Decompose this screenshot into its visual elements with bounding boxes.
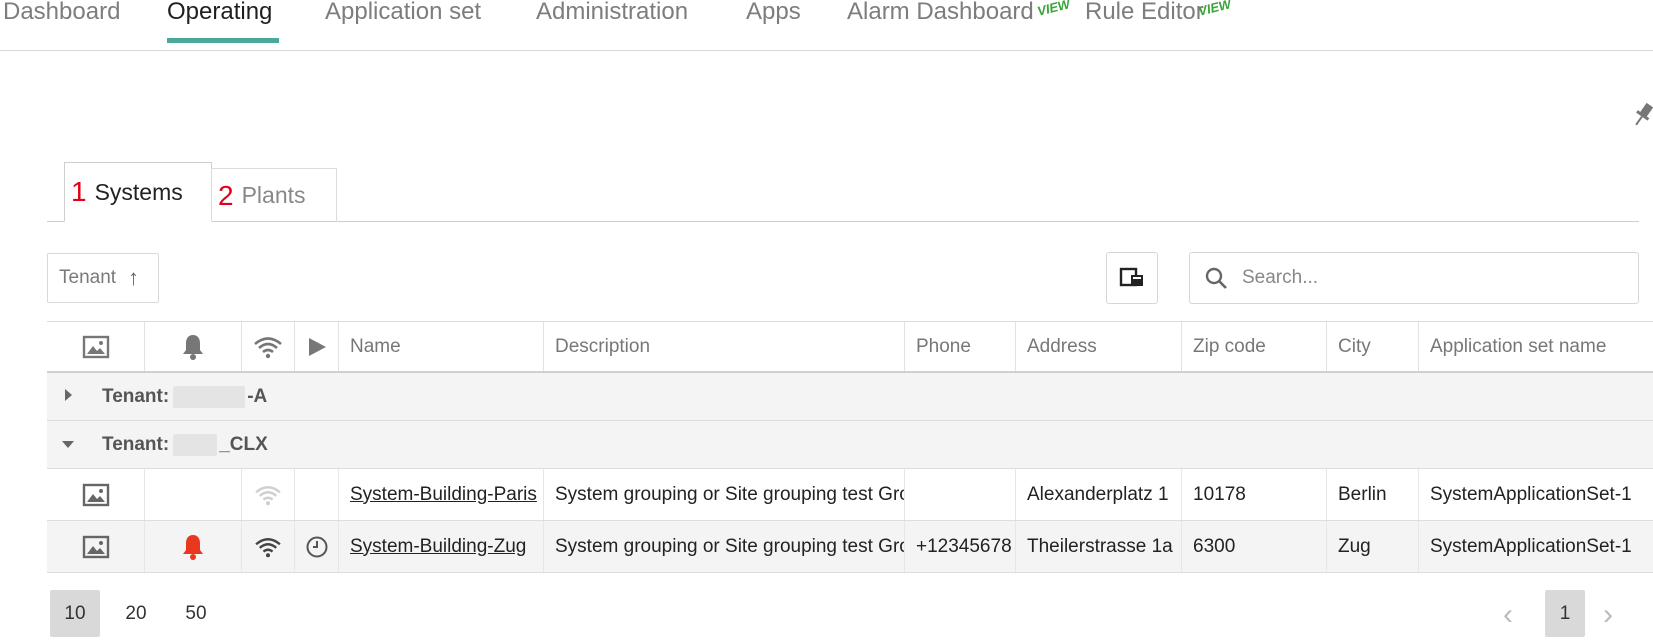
tab-label: Plants <box>241 182 306 208</box>
redacted-tenant <box>173 386 246 408</box>
header-run-state[interactable] <box>295 322 339 371</box>
tab-number: 2 <box>218 179 234 211</box>
nav-operating[interactable]: Operating <box>167 0 272 26</box>
nav-rule-editor[interactable]: Rule Editor <box>1085 0 1204 26</box>
image-icon <box>82 535 109 558</box>
row-zip-cell: 6300 <box>1182 521 1327 572</box>
row-city-cell: Berlin <box>1327 469 1419 520</box>
group-suffix: -A <box>247 386 268 407</box>
preview-badge: VIEW <box>1035 0 1072 19</box>
sort-label: Tenant <box>59 267 117 288</box>
page-size-20[interactable]: 20 <box>111 590 161 637</box>
row-alarm-cell[interactable] <box>145 521 242 572</box>
group-suffix: _CLX <box>219 434 268 455</box>
header-address[interactable]: Address <box>1016 322 1182 371</box>
nav-administration[interactable]: Administration <box>536 0 688 26</box>
row-appset-cell: SystemApplicationSet-1 <box>1430 535 1632 557</box>
row-description-cell: System grouping or Site grouping test Gr… <box>544 469 905 520</box>
row-connection-cell <box>242 469 295 520</box>
row-address-cell: Alexanderplatz 1 <box>1016 469 1182 520</box>
row-city-cell: Zug <box>1327 521 1419 572</box>
row-phone-cell <box>905 469 1016 520</box>
row-zip-cell: 10178 <box>1182 469 1327 520</box>
row-image-cell[interactable] <box>47 521 145 572</box>
header-name[interactable]: Name <box>339 322 544 371</box>
page-size-50[interactable]: 50 <box>171 590 221 637</box>
wifi-offline-icon <box>255 485 281 505</box>
tab-systems[interactable]: 1 Systems <box>64 162 212 222</box>
group-label: Tenant: _CLX <box>102 421 268 469</box>
wifi-icon <box>255 537 281 557</box>
current-page[interactable]: 1 <box>1545 590 1585 637</box>
tab-plants[interactable]: 2 Plants <box>211 168 337 222</box>
nav-alarm-dashboard[interactable]: Alarm Dashboard <box>847 0 1034 26</box>
row-address-cell: Theilerstrasse 1a <box>1016 521 1182 572</box>
search-input[interactable] <box>1240 266 1624 290</box>
page-size-10[interactable]: 10 <box>50 590 100 637</box>
pin-icon[interactable] <box>1632 100 1653 130</box>
tab-label: Systems <box>94 178 183 205</box>
row-connection-cell <box>242 521 295 572</box>
header-alarm[interactable] <box>145 322 242 371</box>
previous-page-icon[interactable]: ‹ <box>1503 598 1513 632</box>
row-phone-cell: +12345678 <box>905 521 1016 572</box>
expand-caret-icon[interactable] <box>65 389 72 401</box>
search-box[interactable] <box>1189 252 1639 304</box>
collapse-caret-icon[interactable] <box>62 441 74 448</box>
row-alarm-cell <box>145 469 242 520</box>
row-run-state-cell <box>295 469 339 520</box>
header-zip-code[interactable]: Zip code <box>1182 322 1327 371</box>
nav-dashboard[interactable]: Dashboard <box>3 0 120 26</box>
clock-icon <box>306 536 327 557</box>
play-icon <box>308 337 326 356</box>
view-toggle-button[interactable] <box>1106 252 1158 304</box>
group-row[interactable]: Tenant: -A <box>47 373 1653 421</box>
header-connection[interactable] <box>242 322 295 371</box>
image-icon <box>82 483 109 506</box>
group-prefix: Tenant: <box>102 386 170 407</box>
group-label: Tenant: -A <box>102 373 267 421</box>
row-run-state-cell <box>295 521 339 572</box>
redacted-tenant <box>173 434 218 456</box>
table-row[interactable]: System-Building-Zug System grouping or S… <box>47 521 1653 573</box>
sort-chip-tenant[interactable]: Tenant ↑ <box>47 253 159 303</box>
layout-icon <box>1119 267 1143 287</box>
header-description[interactable]: Description <box>544 322 905 371</box>
wifi-icon <box>254 336 282 358</box>
sort-ascending-icon: ↑ <box>128 265 140 290</box>
header-image[interactable] <box>47 322 145 371</box>
preview-badge-rule-editor: VIEW <box>1196 0 1233 19</box>
next-page-icon[interactable]: › <box>1603 598 1613 632</box>
top-navigation: Dashboard Operating Application set Admi… <box>0 0 1653 51</box>
group-prefix: Tenant: <box>102 434 170 455</box>
header-application-set-name[interactable]: Application set name <box>1419 322 1653 371</box>
row-name-cell[interactable]: System-Building-Paris <box>339 469 544 520</box>
nav-apps[interactable]: Apps <box>746 0 801 26</box>
bell-icon <box>183 334 203 360</box>
row-name-cell[interactable]: System-Building-Zug <box>339 521 544 572</box>
table-row[interactable]: System-Building-Paris System grouping or… <box>47 469 1653 521</box>
tab-number: 1 <box>71 176 87 207</box>
nav-application-set[interactable]: Application set <box>325 0 481 26</box>
table-header: Name Description Phone Address Zip code … <box>47 321 1653 373</box>
search-icon <box>1205 267 1227 289</box>
active-nav-indicator <box>167 38 279 43</box>
system-link[interactable]: System-Building-Zug <box>350 536 526 558</box>
alarm-bell-icon <box>183 534 203 560</box>
header-phone[interactable]: Phone <box>905 322 1016 371</box>
row-description-cell: System grouping or Site grouping test Gr… <box>544 521 905 572</box>
header-city[interactable]: City <box>1327 322 1419 371</box>
row-image-cell[interactable] <box>47 469 145 520</box>
system-link[interactable]: System-Building-Paris <box>350 484 537 506</box>
group-row[interactable]: Tenant: _CLX <box>47 421 1653 469</box>
row-appset-cell: SystemApplicationSet-1 <box>1430 483 1632 505</box>
image-icon <box>82 335 109 358</box>
